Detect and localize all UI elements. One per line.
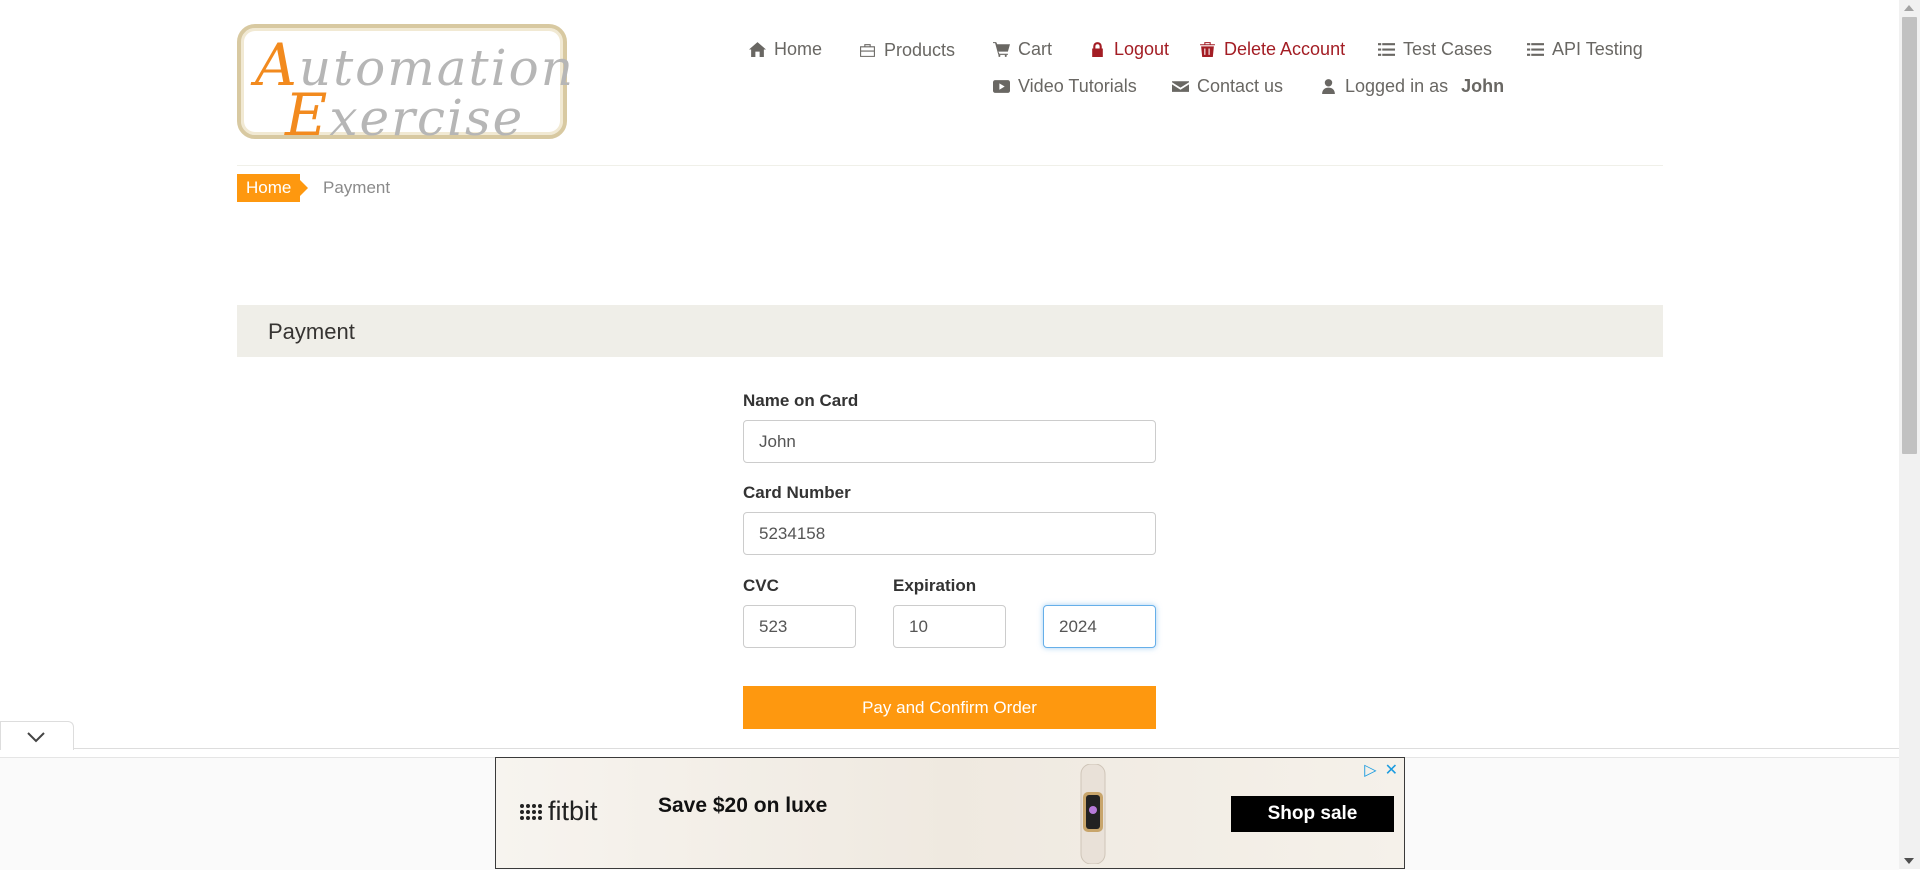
ad-collapse-button[interactable] xyxy=(0,721,74,750)
user-icon xyxy=(1322,79,1335,94)
expiration-year-input[interactable] xyxy=(1043,605,1156,648)
payment-heading: Payment xyxy=(268,319,355,344)
scroll-down-arrow-icon[interactable] xyxy=(1904,858,1914,864)
ad-top-divider xyxy=(0,748,1899,749)
ad-brand: fitbit xyxy=(520,796,598,827)
fitness-tracker-image xyxy=(1080,764,1106,864)
nav-logout-label: Logout xyxy=(1114,39,1170,59)
scroll-up-arrow-icon[interactable] xyxy=(1904,5,1914,11)
page: Automation Exercise Home Products Cart L… xyxy=(0,0,1899,870)
home-icon xyxy=(749,42,766,57)
pay-and-confirm-button[interactable]: Pay and Confirm Order xyxy=(743,686,1156,729)
ad-close-icon[interactable]: ✕ xyxy=(1385,760,1398,780)
logged-in-username: John xyxy=(1461,76,1505,96)
logo-cap-e: E xyxy=(285,81,330,149)
list-icon xyxy=(1527,43,1544,56)
nav-test-cases-label: Test Cases xyxy=(1403,39,1493,59)
ad-info-icon[interactable]: ▷ xyxy=(1364,760,1376,780)
name-on-card-label: Name on Card xyxy=(743,391,859,410)
nav-delete-account[interactable]: Delete Account xyxy=(1199,39,1345,60)
card-number-input[interactable] xyxy=(743,512,1156,555)
name-on-card-input[interactable] xyxy=(743,420,1156,463)
ad-brand-text: fitbit xyxy=(548,796,598,826)
cvc-label: CVC xyxy=(743,576,779,595)
logged-in-prefix: Logged in as xyxy=(1345,76,1449,96)
nav-cart-label: Cart xyxy=(1018,39,1053,59)
header-divider xyxy=(237,165,1663,166)
cart-icon xyxy=(993,42,1010,57)
briefcase-icon xyxy=(860,44,875,57)
expiration-month-input[interactable] xyxy=(893,605,1006,648)
nav-home-label: Home xyxy=(774,39,823,59)
nav-contact-us-label: Contact us xyxy=(1197,76,1284,96)
trash-icon xyxy=(1200,42,1215,57)
nav-products-label: Products xyxy=(884,40,956,60)
nav-delete-account-label: Delete Account xyxy=(1224,39,1346,59)
nav-test-cases[interactable]: Test Cases xyxy=(1378,39,1492,60)
nav-products[interactable]: Products xyxy=(859,40,955,61)
breadcrumb-current: Payment xyxy=(323,178,391,197)
nav-logged-in: Logged in as John xyxy=(1320,76,1504,97)
expiration-label: Expiration xyxy=(893,576,977,595)
nav-api-testing[interactable]: API Testing xyxy=(1527,39,1643,60)
breadcrumb-home[interactable]: Home xyxy=(237,174,309,202)
ad-shop-sale-button[interactable]: Shop sale xyxy=(1231,796,1394,832)
cvc-input[interactable] xyxy=(743,605,856,648)
nav-logout[interactable]: Logout xyxy=(1089,39,1169,60)
vertical-scrollbar[interactable] xyxy=(1899,0,1920,869)
nav-api-testing-label: API Testing xyxy=(1552,39,1643,59)
ad-banner[interactable]: fitbit Save $20 on luxe Shop sale ▷ ✕ xyxy=(495,757,1405,869)
nav-cart[interactable]: Cart xyxy=(993,39,1052,60)
list-icon xyxy=(1378,43,1395,56)
nav-video-tutorials[interactable]: Video Tutorials xyxy=(993,76,1137,97)
nav-video-tutorials-label: Video Tutorials xyxy=(1018,76,1137,96)
nav-home[interactable]: Home xyxy=(749,39,822,60)
chevron-down-icon xyxy=(27,732,45,743)
nav-contact-us[interactable]: Contact us xyxy=(1172,76,1283,97)
logo-text-2: xercise xyxy=(329,89,525,147)
scrollbar-thumb[interactable] xyxy=(1902,17,1917,454)
envelope-icon xyxy=(1172,81,1189,92)
lock-icon xyxy=(1092,42,1103,57)
site-logo[interactable]: Automation Exercise xyxy=(237,24,573,144)
fitbit-logo-icon xyxy=(520,803,542,820)
logo-line-2: Exercise xyxy=(285,86,524,144)
youtube-play-icon xyxy=(993,80,1010,93)
ad-headline: Save $20 on luxe xyxy=(658,794,828,817)
ad-controls: ▷ ✕ xyxy=(1364,760,1398,780)
card-number-label: Card Number xyxy=(743,483,851,502)
payment-heading-bar: Payment xyxy=(237,305,1663,357)
